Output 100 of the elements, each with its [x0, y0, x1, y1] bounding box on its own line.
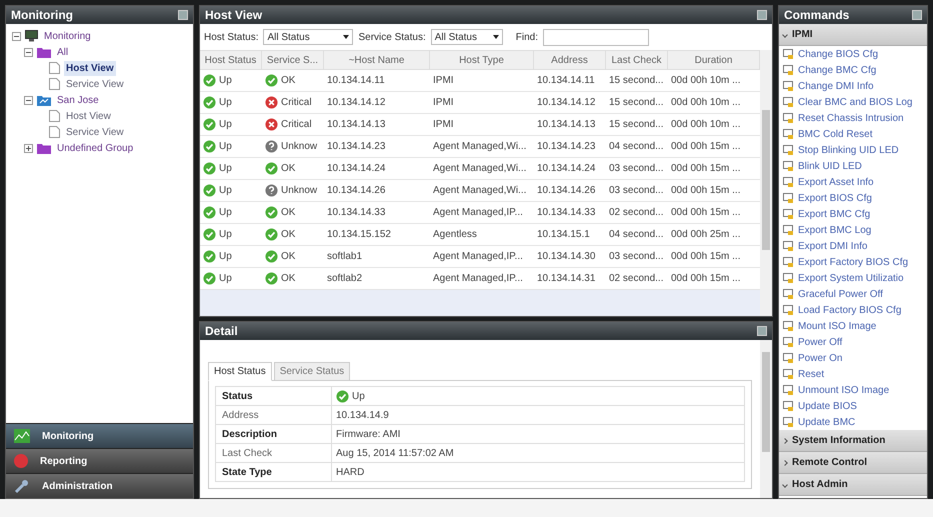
command-icon	[783, 320, 795, 332]
command-link[interactable]: Reset	[798, 366, 824, 382]
section-header[interactable]: System Information	[779, 430, 927, 452]
detail-label: State Type	[216, 463, 332, 481]
host-status-dropdown[interactable]: All Status	[263, 29, 354, 45]
table-cell-text: 03 second...	[608, 250, 664, 264]
table-cell: Unknow	[262, 180, 324, 201]
command-link[interactable]: Graceful Power Off	[798, 286, 883, 302]
table-cell-text: 00d 00h 10m ...	[670, 118, 742, 132]
table-cell-text: 10.134.14.26	[536, 184, 596, 198]
section-header[interactable]: Remote Control	[779, 452, 927, 474]
column-header[interactable]: Host Status	[200, 51, 262, 69]
column-header[interactable]: Service S...	[262, 51, 324, 69]
column-header[interactable]: Host Type	[430, 51, 534, 69]
tree-item[interactable]: Host View	[64, 60, 116, 76]
wrench-icon	[14, 478, 30, 494]
column-header[interactable]: ~Host Name	[324, 51, 430, 69]
expand-icon[interactable]	[24, 144, 33, 152]
command-link[interactable]: Load Factory BIOS Cfg	[798, 302, 902, 318]
command-link[interactable]: Export Asset Info	[798, 174, 874, 190]
check-circle-icon	[265, 74, 278, 87]
x-circle-icon	[265, 118, 278, 131]
collapse-icon[interactable]	[24, 48, 33, 56]
command-link[interactable]: BMC Cold Reset	[798, 126, 872, 142]
tab[interactable]: Host Status	[208, 362, 272, 381]
command-link[interactable]: Change BIOS Cfg	[798, 46, 878, 62]
tree-item[interactable]: Monitoring	[42, 28, 93, 44]
command-link[interactable]: Unmount ISO Image	[798, 382, 890, 398]
collapse-icon[interactable]	[24, 96, 33, 104]
command-link[interactable]: Export BIOS Cfg	[798, 190, 872, 206]
table-cell-text: 15 second...	[608, 74, 664, 88]
folder-icon	[37, 46, 51, 58]
tree-item[interactable]: San Jose	[55, 92, 101, 108]
section-header[interactable]: IPMI	[779, 24, 927, 46]
nav-button[interactable]: Reporting	[6, 448, 193, 473]
tree-item[interactable]: Host View	[64, 108, 113, 124]
collapse-icon[interactable]	[12, 32, 21, 40]
scrollbar[interactable]	[760, 50, 772, 316]
panel-toggle-icon[interactable]	[757, 10, 767, 20]
service-status-dropdown[interactable]: All Status	[430, 29, 503, 45]
table-cell: Critical	[262, 92, 324, 113]
command-link[interactable]: Export System Utilizatio	[798, 270, 904, 286]
command-icon	[783, 48, 795, 60]
detail-value: Firmware: AMI	[335, 428, 402, 442]
table-cell: Critical	[262, 114, 324, 135]
detail-value: Aug 15, 2014 11:57:02 AM	[335, 446, 455, 460]
scrollbar[interactable]	[760, 340, 772, 498]
panel-toggle-icon[interactable]	[912, 10, 922, 20]
tree-item[interactable]: Undefined Group	[55, 140, 136, 156]
column-header[interactable]: Last Check	[606, 51, 668, 69]
detail-label: Status	[216, 387, 332, 405]
command-link[interactable]: Reset Chassis Intrusion	[798, 110, 904, 126]
table-cell-text: 10.134.14.11	[326, 74, 386, 88]
nav-button[interactable]: Administration	[6, 473, 193, 498]
command-link[interactable]: Power On	[798, 350, 842, 366]
chevron-right-icon	[782, 438, 788, 444]
find-field[interactable]	[542, 28, 649, 46]
tree-item[interactable]: All	[55, 44, 70, 60]
command-link[interactable]: Blink UID LED	[798, 158, 862, 174]
command-link[interactable]: Power Off	[798, 334, 842, 350]
tab[interactable]: Service Status	[274, 362, 350, 381]
command-link[interactable]: Change DMI Info	[798, 78, 874, 94]
command-link[interactable]: Export BMC Cfg	[798, 206, 870, 222]
check-circle-icon	[265, 250, 278, 263]
command-link[interactable]: Update BIOS	[798, 398, 857, 414]
table-cell-text: softlab2	[326, 272, 364, 286]
table-cell-text: 10.134.14.33	[536, 206, 596, 220]
command-link[interactable]: Export BMC Log	[798, 222, 872, 238]
table-cell-text: 15 second...	[608, 118, 664, 132]
command-link[interactable]: Export Factory BIOS Cfg	[798, 254, 908, 270]
table-cell: Unknow	[262, 136, 324, 157]
table-cell-text: 10.134.14.12	[326, 96, 386, 110]
table-cell: Up	[200, 114, 262, 135]
panel-title: Host View	[205, 7, 262, 24]
command-link[interactable]: Change BMC Cfg	[798, 62, 876, 78]
table-cell-text: 00d 00h 15m ...	[670, 184, 742, 198]
command-icon	[783, 416, 795, 428]
check-circle-icon	[203, 118, 216, 131]
table-cell-text: IPMI	[432, 118, 455, 132]
command-link[interactable]: Stop Blinking UID LED	[798, 142, 899, 158]
command-link[interactable]: Update BMC	[798, 414, 856, 430]
command-icon	[783, 368, 795, 380]
check-circle-icon	[203, 228, 216, 241]
detail-label: Address	[216, 406, 332, 424]
folder-icon	[37, 142, 51, 154]
monitor-icon	[25, 30, 38, 42]
section-header[interactable]: Host Admin	[779, 474, 927, 496]
table-cell-text: 10.134.14.12	[536, 96, 596, 110]
command-link[interactable]: Clear BMC and BIOS Log	[798, 94, 912, 110]
nav-button[interactable]: Monitoring	[6, 423, 193, 448]
command-link[interactable]: Mount ISO Image	[798, 318, 876, 334]
chart-icon	[14, 429, 30, 443]
command-link[interactable]: Export DMI Info	[798, 238, 868, 254]
panel-toggle-icon[interactable]	[757, 326, 767, 336]
tree-item[interactable]: Service View	[64, 76, 126, 92]
tree-item[interactable]: Service View	[64, 124, 126, 140]
command-icon	[783, 336, 795, 348]
panel-toggle-icon[interactable]	[178, 10, 188, 20]
check-circle-icon	[203, 184, 216, 197]
column-header[interactable]: Address	[534, 51, 606, 69]
